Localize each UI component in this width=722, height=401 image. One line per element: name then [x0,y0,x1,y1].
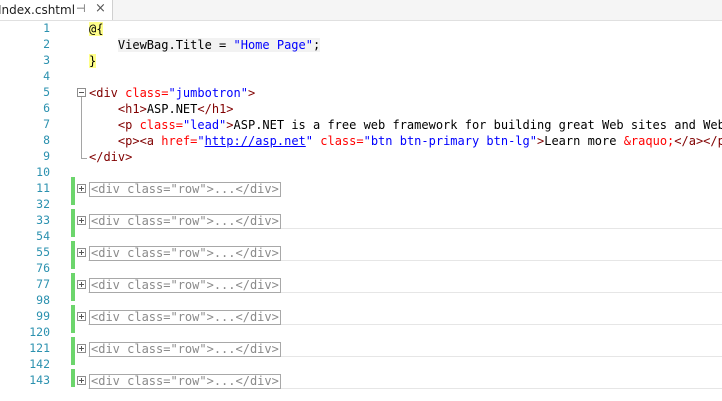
expand-icon[interactable] [77,280,86,289]
a-p-close-tag: </a></p> [674,134,722,148]
h1-open-tag: <h1> [117,102,147,116]
line-number: 9 [43,149,50,163]
collapsed-region[interactable]: <div class="row">...</div> [89,342,281,357]
line-number: 10 [36,165,50,179]
lead-value: "lead" [182,118,227,132]
expand-icon[interactable] [77,184,86,193]
collapsed-region[interactable]: <div class="row">...</div> [89,182,281,197]
line-number: 1 [43,21,50,35]
line-number: 76 [36,261,50,275]
href-link[interactable]: http://asp.net [205,134,306,148]
tag-close: > [226,118,234,132]
code-line-33: <div class="row">...</div> [89,213,281,229]
p-open-tag: <p [117,118,133,132]
expand-icon[interactable] [77,376,86,385]
code-line-143: <div class="row">...</div> [89,373,281,389]
btn-class-value: "btn btn-primary btn-lg" [363,134,537,148]
jumbotron-value: "jumbotron" [168,86,248,100]
razor-open: @{ [89,22,104,36]
class-attribute: class= [117,86,169,100]
line-number: 8 [43,133,50,147]
expand-icon[interactable] [77,344,86,353]
code-line-8: <p><a href="http://asp.net" class="btn b… [89,133,722,149]
collapsed-region[interactable]: <div class="row">...</div> [89,214,281,229]
line-number: 2 [43,37,50,51]
code-line-77: <div class="row">...</div> [89,277,281,293]
code-line-3: } [89,53,97,69]
code-line-5: <div class="jumbotron"> [89,85,255,101]
razor-close: } [89,54,97,68]
document-tab[interactable]: Index.cshtml ⊣ × [0,0,113,20]
collapsed-region[interactable]: <div class="row">...</div> [89,310,281,325]
line-number: 6 [43,101,50,115]
expand-icon[interactable] [77,216,86,225]
collapsed-region[interactable]: <div class="row">...</div> [89,278,281,293]
viewbag-value: "Home Page" [233,38,313,52]
line-number: 32 [36,197,50,211]
code-line-2: ViewBag.Title = "Home Page"; [89,37,321,53]
viewbag-end: ; [312,38,321,52]
line-number: 121 [29,341,50,355]
tab-title: Index.cshtml [0,3,76,17]
raquo-entity: &raquo; [623,134,675,148]
line-number: 3 [43,53,50,67]
collapsed-region[interactable]: <div class="row">...</div> [89,246,281,261]
code-line-11: <div class="row">...</div> [89,181,281,197]
expand-icon[interactable] [77,248,86,257]
line-number: 33 [36,213,50,227]
class-attribute: class= [132,118,183,132]
fold-guide [81,97,82,159]
document-tab-bar: Index.cshtml ⊣ × [0,0,722,21]
h1-close-tag: </h1> [197,102,234,116]
div-open-tag: <div [89,86,118,100]
div-close-tag: </div> [89,150,133,164]
h1-text: ASP.NET [146,102,198,116]
collapse-icon[interactable] [77,88,86,97]
href-attribute: href= [154,134,198,148]
tag-close: > [247,86,256,100]
quote: " [197,134,205,148]
change-marker [71,305,75,333]
change-marker [71,273,75,301]
line-number: 98 [36,293,50,307]
code-line-1: @{ [89,21,104,37]
collapsed-region[interactable]: <div class="row">...</div> [89,374,281,389]
pin-icon[interactable]: ⊣ [76,2,86,15]
code-line-55: <div class="row">...</div> [89,245,281,261]
line-number: 7 [43,117,50,131]
change-marker [71,209,75,237]
viewbag-text: ViewBag.Title = [117,38,234,52]
line-number: 143 [29,373,50,387]
line-number: 99 [36,309,50,323]
line-number: 5 [43,85,50,99]
line-number: 11 [36,181,50,195]
code-editor[interactable]: 1 2 3 4 5 6 7 8 9 10 11 32 33 54 55 76 7… [0,21,722,401]
p-a-open-tag: <p><a [117,134,155,148]
code-line-99: <div class="row">...</div> [89,309,281,325]
expand-icon[interactable] [77,312,86,321]
close-icon[interactable]: × [95,1,106,16]
line-number: 77 [36,277,50,291]
line-number: 142 [29,357,50,371]
learn-more-text: Learn more [544,134,624,148]
quote: " [305,134,314,148]
class-attribute: class= [313,134,364,148]
line-number: 55 [36,245,50,259]
change-marker [71,369,75,387]
code-line-7: <p class="lead">ASP.NET is a free web fr… [89,117,722,133]
viewbag-statement: ViewBag.Title = "Home Page"; [117,38,321,52]
line-number: 120 [29,325,50,339]
line-number: 54 [36,229,50,243]
code-line-9: </div> [89,149,132,165]
change-marker [71,241,75,269]
fold-guide-end [81,158,87,159]
change-marker [71,177,75,205]
change-marker [71,337,75,365]
code-line-6: <h1>ASP.NET</h1> [89,101,234,117]
line-number: 4 [43,69,50,83]
code-line-121: <div class="row">...</div> [89,341,281,357]
lead-text: ASP.NET is a free web framework for buil… [233,118,722,132]
